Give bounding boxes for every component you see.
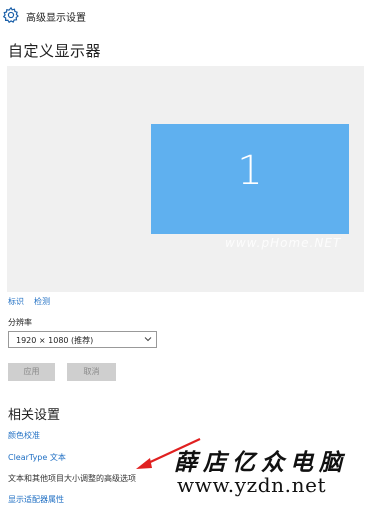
cleartype-text-link[interactable]: ClearType 文本: [8, 452, 66, 463]
apply-button[interactable]: 应用: [8, 363, 55, 381]
gear-icon: [2, 6, 19, 24]
resolution-dropdown[interactable]: 1920 × 1080 (推荐): [8, 331, 157, 348]
color-calibration-link[interactable]: 颜色校准: [8, 430, 40, 441]
cancel-button[interactable]: 取消: [67, 363, 116, 381]
chevron-down-icon: [144, 337, 152, 342]
monitor-number: 1: [237, 148, 263, 194]
brand-watermark: 薛店亿众电脑: [174, 449, 348, 476]
detect-link[interactable]: 检测: [34, 296, 50, 307]
display-adapter-properties-link[interactable]: 显示适配器属性: [8, 494, 64, 505]
window-title: 高级显示设置: [26, 13, 86, 24]
advanced-text-sizing-link[interactable]: 文本和其他项目大小调整的高级选项: [8, 473, 136, 484]
monitor-tile-1[interactable]: 1: [151, 124, 349, 234]
identify-link[interactable]: 标识: [8, 296, 24, 307]
title-bar: 高级显示设置: [0, 0, 367, 30]
resolution-value: 1920 × 1080 (推荐): [16, 336, 94, 345]
url-watermark: www.yzdn.net: [177, 473, 327, 497]
resolution-label: 分辨率: [8, 318, 32, 327]
related-settings-heading: 相关设置: [8, 408, 61, 423]
page-title: 自定义显示器: [8, 42, 102, 60]
preview-watermark: www.pHome.NET: [225, 236, 342, 250]
